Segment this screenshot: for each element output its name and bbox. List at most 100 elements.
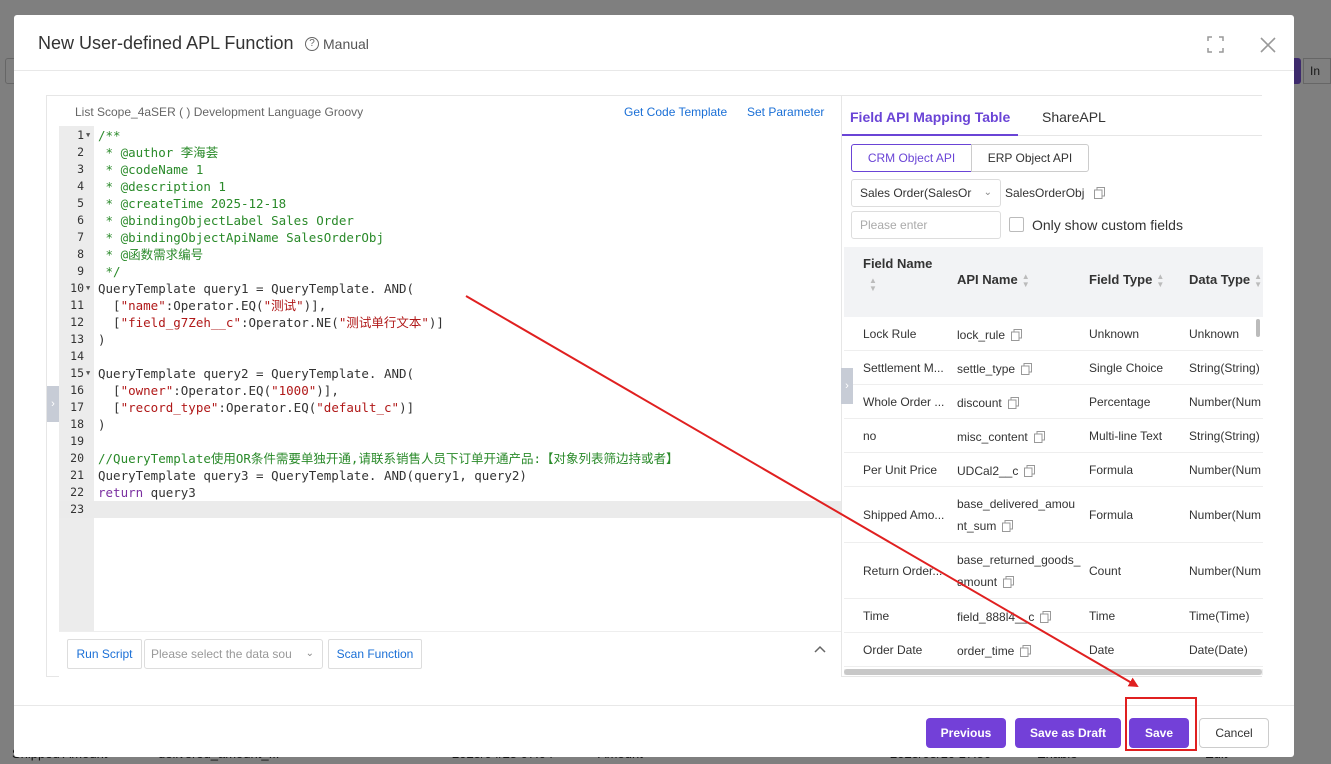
cell-data-type: String(String) bbox=[1189, 361, 1260, 375]
code-line[interactable]: 2 * @author 李海荟 bbox=[59, 144, 841, 161]
code-line[interactable]: 16 ["owner":Operator.EQ("1000")], bbox=[59, 382, 841, 399]
code-text: ) bbox=[98, 417, 106, 432]
copy-icon[interactable] bbox=[1040, 611, 1052, 623]
vertical-scrollbar[interactable] bbox=[1256, 319, 1260, 337]
cell-field-type: Count bbox=[1089, 564, 1122, 578]
cell-field-name: no bbox=[863, 429, 877, 443]
fullscreen-icon[interactable] bbox=[1207, 36, 1224, 53]
code-line[interactable]: 19 bbox=[59, 433, 841, 450]
only-custom-checkbox[interactable] bbox=[1009, 217, 1024, 232]
apl-function-dialog: New User-defined APL Function ? Manual L… bbox=[14, 15, 1294, 757]
copy-icon[interactable] bbox=[1011, 329, 1023, 341]
table-row[interactable]: Whole Order ... discount Percentage Number(… bbox=[844, 385, 1263, 419]
table-row[interactable]: Time field_888l4__c Time Time(Time) bbox=[844, 599, 1263, 633]
tab-shareapl[interactable]: ShareAPL bbox=[1042, 109, 1106, 125]
help-icon: ? bbox=[305, 37, 319, 51]
table-row[interactable]: Order Date order_time Date Date(Date) bbox=[844, 633, 1263, 667]
code-line[interactable]: 3 * @codeName 1 bbox=[59, 161, 841, 178]
right-panel-toggle[interactable]: › bbox=[841, 368, 853, 404]
line-number: 3 bbox=[77, 162, 84, 176]
code-line[interactable]: 5 * @createTime 2025-12-18 bbox=[59, 195, 841, 212]
erp-object-api-button[interactable]: ERP Object API bbox=[971, 144, 1089, 172]
code-line[interactable]: 11 ["name":Operator.EQ("测试")], bbox=[59, 297, 841, 314]
table-row[interactable]: Shipped Amo... base_delivered_amou nt_sum F… bbox=[844, 487, 1263, 543]
line-number: 16 bbox=[70, 383, 84, 397]
code-line[interactable]: 17 ["record_type":Operator.EQ("default_c… bbox=[59, 399, 841, 416]
code-line[interactable]: 10 ▼ QueryTemplate query1 = QueryTemplate.… bbox=[59, 280, 841, 297]
code-line[interactable]: 18) bbox=[59, 416, 841, 433]
fold-icon[interactable]: ▼ bbox=[86, 280, 90, 297]
code-line[interactable]: 7 * @bindingObjectApiName SalesOrderObj bbox=[59, 229, 841, 246]
line-number: 7 bbox=[77, 230, 84, 244]
cell-field-name: Shipped Amo... bbox=[863, 508, 945, 522]
code-line[interactable]: 12 ["field_g7Zeh__c":Operator.NE("测试单行文本… bbox=[59, 314, 841, 331]
line-number: 1 bbox=[77, 128, 84, 142]
crm-object-api-button[interactable]: CRM Object API bbox=[851, 144, 972, 172]
fold-icon[interactable]: ▼ bbox=[86, 365, 90, 382]
copy-icon[interactable] bbox=[1020, 645, 1032, 657]
table-row[interactable]: Settlement M... settle_type Single Choice S… bbox=[844, 351, 1263, 385]
scan-function-button[interactable]: Scan Function bbox=[328, 639, 422, 669]
line-number: 2 bbox=[77, 145, 84, 159]
set-parameter-link[interactable]: Set Parameter bbox=[747, 105, 824, 119]
code-line[interactable]: 15 ▼ QueryTemplate query2 = QueryTemplate.… bbox=[59, 365, 841, 382]
previous-button[interactable]: Previous bbox=[926, 718, 1006, 748]
code-line[interactable]: 21 QueryTemplate query3 = QueryTemplate. … bbox=[59, 467, 841, 484]
copy-icon[interactable] bbox=[1093, 187, 1105, 199]
copy-icon[interactable] bbox=[1021, 363, 1033, 375]
chevron-up-icon[interactable] bbox=[813, 642, 827, 656]
left-panel-toggle[interactable]: › bbox=[47, 386, 59, 422]
cell-field-type: Unknown bbox=[1089, 327, 1140, 341]
cell-field-type: Percentage bbox=[1089, 395, 1151, 409]
field-search-input[interactable]: Please enter bbox=[851, 211, 1001, 239]
copy-icon[interactable] bbox=[1007, 397, 1019, 409]
code-text: * @description 1 bbox=[98, 179, 226, 194]
code-line[interactable]: 22 return query3 bbox=[59, 484, 841, 501]
tab-field-api-mapping[interactable]: Field API Mapping Table bbox=[850, 109, 1010, 125]
cell-field-type: Formula bbox=[1089, 463, 1134, 477]
code-line[interactable]: 9 */ bbox=[59, 263, 841, 280]
horizontal-scrollbar[interactable] bbox=[844, 669, 1263, 675]
table-row[interactable]: Per Unit Price UDCal2__c Formula Number(Num bbox=[844, 453, 1263, 487]
code-line[interactable]: 23 bbox=[59, 501, 841, 518]
save-as-draft-button[interactable]: Save as Draft bbox=[1015, 718, 1121, 748]
code-text: /** bbox=[98, 128, 121, 143]
cell-data-type: Number(Num bbox=[1189, 564, 1262, 578]
code-line[interactable]: 20 //QueryTemplate使用OR条件需要单独开通,请联系销售人员下订单… bbox=[59, 450, 841, 467]
code-line[interactable]: 13) bbox=[59, 331, 841, 348]
cell-api-name: UDCal2__c bbox=[957, 460, 1085, 482]
manual-link[interactable]: ? Manual bbox=[305, 36, 369, 52]
table-row[interactable]: Lock Rule lock_rule Unknown Unknown bbox=[844, 317, 1263, 351]
code-line[interactable]: 8 * @函数需求编号 bbox=[59, 246, 841, 263]
close-icon[interactable] bbox=[1259, 36, 1277, 54]
copy-icon[interactable] bbox=[1033, 431, 1045, 443]
copy-icon[interactable] bbox=[1024, 465, 1036, 477]
code-editor[interactable]: 1 ▼/** 2 * @author 李海荟 3 * @codeName 14 * @… bbox=[59, 126, 841, 631]
col-data-type[interactable]: Data Type ▲ ▼ bbox=[1189, 272, 1262, 289]
code-text: ["record_type":Operator.EQ("default_c")] bbox=[98, 400, 415, 415]
col-field-name[interactable]: Field Name ▲ ▼ bbox=[863, 256, 932, 293]
code-line[interactable]: 6 * @bindingObjectLabel Sales Order bbox=[59, 212, 841, 229]
copy-icon[interactable] bbox=[1002, 520, 1014, 532]
cell-field-name: Order Date bbox=[863, 643, 923, 657]
object-select[interactable]: Sales Order(SalesOr ⌄ bbox=[851, 179, 1001, 207]
code-line[interactable]: 14 bbox=[59, 348, 841, 365]
cell-data-type: Number(Num bbox=[1189, 395, 1262, 409]
fold-icon[interactable]: ▼ bbox=[86, 127, 90, 144]
copy-icon[interactable] bbox=[1003, 576, 1015, 588]
dialog-footer: Previous Save as Draft Save Cancel bbox=[14, 705, 1294, 757]
cell-field-type: Single Choice bbox=[1089, 361, 1164, 375]
table-row[interactable]: no misc_content Multi-line Text String(Stri… bbox=[844, 419, 1263, 453]
data-source-select[interactable]: Please select the data sou ⌄ bbox=[144, 639, 323, 669]
cell-api-name: order_time bbox=[957, 640, 1085, 662]
get-code-template-link[interactable]: Get Code Template bbox=[624, 105, 727, 119]
col-api-name[interactable]: API Name ▲ ▼ bbox=[957, 272, 1030, 289]
code-line[interactable]: 4 * @description 1 bbox=[59, 178, 841, 195]
run-script-button[interactable]: Run Script bbox=[67, 639, 142, 669]
table-row[interactable]: Return Order... base_returned_goods_ amoun… bbox=[844, 543, 1263, 599]
cancel-button[interactable]: Cancel bbox=[1199, 718, 1269, 748]
line-number: 10 bbox=[70, 281, 84, 295]
cell-field-name: Settlement M... bbox=[863, 361, 944, 375]
code-line[interactable]: 1 ▼ /** bbox=[59, 127, 841, 144]
col-field-type[interactable]: Field Type ▲ ▼ bbox=[1089, 272, 1164, 289]
